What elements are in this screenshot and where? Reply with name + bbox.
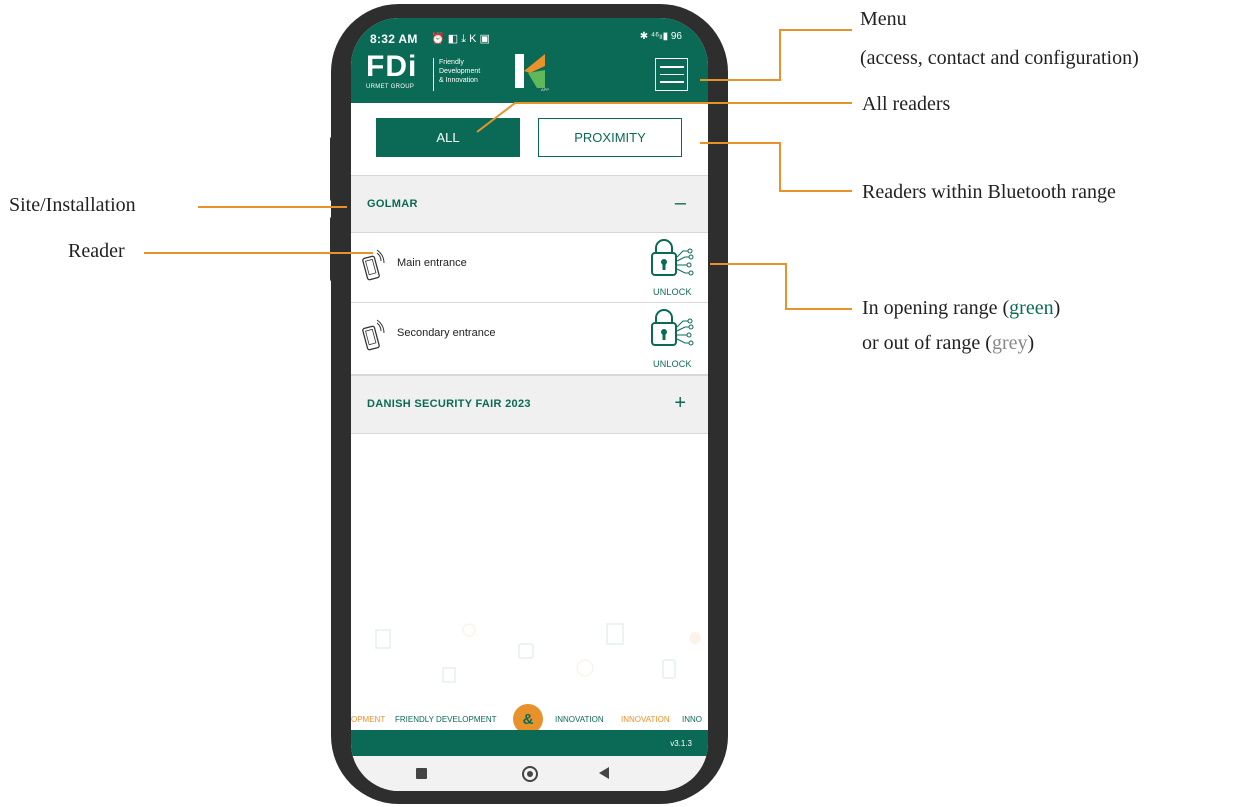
- range-text: or out of range (: [862, 332, 992, 354]
- range-text: ): [1027, 332, 1035, 354]
- reader-annotation: Reader: [68, 240, 125, 262]
- menu-callout-line: [700, 29, 852, 81]
- range-annotation: or out of range (grey): [862, 331, 1034, 355]
- range-annotation: In opening range (green): [862, 296, 1060, 320]
- range-grey-word: grey: [991, 332, 1028, 354]
- menu-annotation-sub: (access, contact and configuration): [860, 47, 1139, 69]
- range-text: In opening range (: [862, 297, 1010, 319]
- site-annotation: Site/Installation: [9, 194, 136, 216]
- range-text: ): [1053, 297, 1061, 319]
- range-callout-line: [710, 263, 852, 310]
- range-green-word: green: [1009, 297, 1054, 319]
- menu-annotation: Menu: [860, 8, 907, 30]
- all-readers-callout-line: [476, 102, 852, 133]
- bluetooth-callout-line: [700, 142, 852, 192]
- bluetooth-annotation: Readers within Bluetooth range: [862, 181, 1116, 203]
- all-readers-annotation: All readers: [862, 93, 951, 115]
- callout-lines: [144, 29, 852, 310]
